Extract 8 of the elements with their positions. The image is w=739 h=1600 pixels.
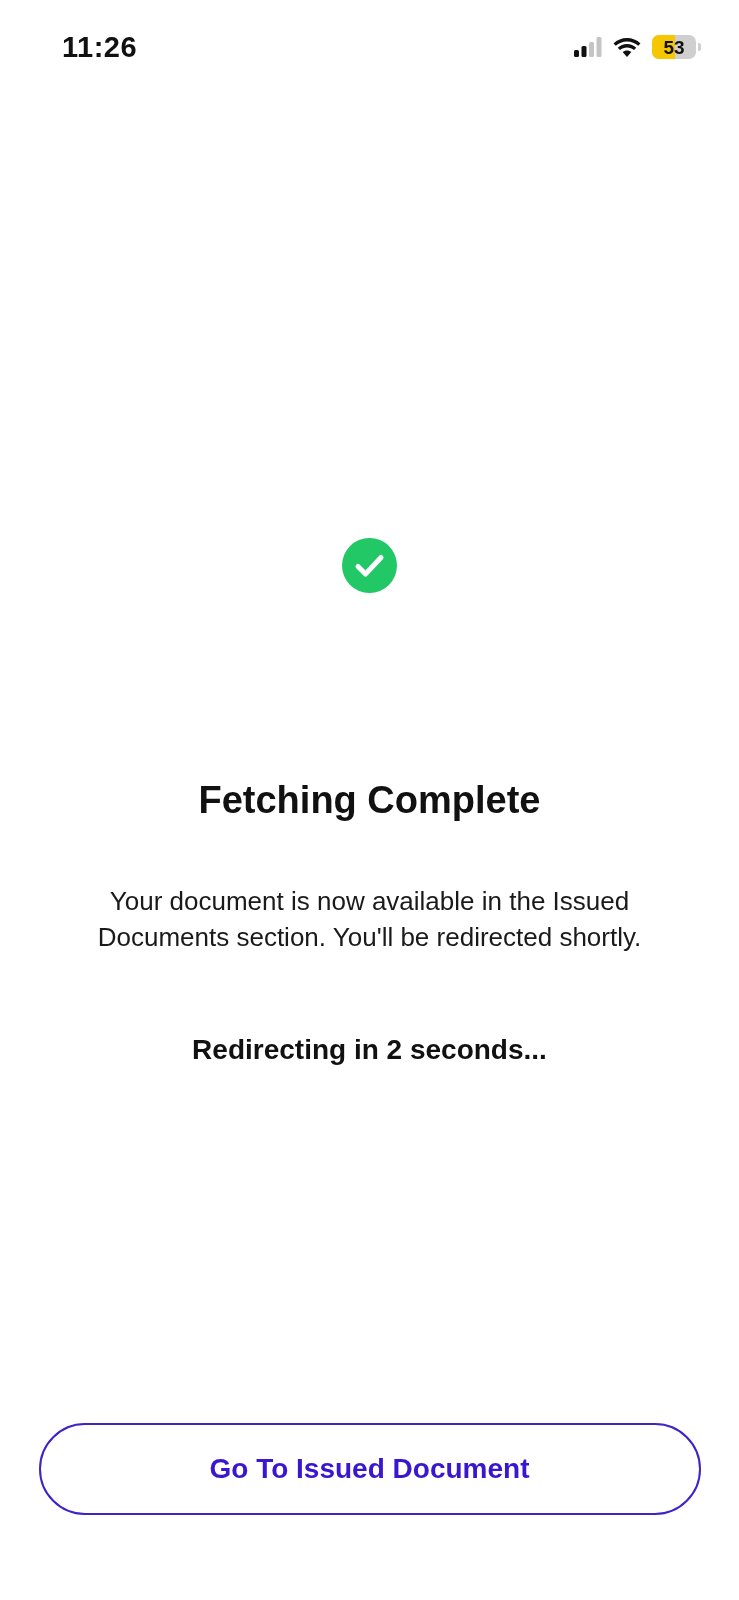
status-title: Fetching Complete (198, 778, 541, 823)
go-to-document-button[interactable]: Go To Issued Document (38, 1423, 701, 1515)
redirect-countdown: Redirecting in 2 seconds... (192, 1033, 547, 1067)
status-message: Your document is now available in the Issued Documents section. You'll be redirected shortly. (96, 885, 643, 954)
check-circle-icon (342, 538, 397, 593)
status-time: 11:26 (62, 30, 138, 64)
wifi-icon (613, 36, 641, 58)
signal-icon (574, 37, 602, 57)
